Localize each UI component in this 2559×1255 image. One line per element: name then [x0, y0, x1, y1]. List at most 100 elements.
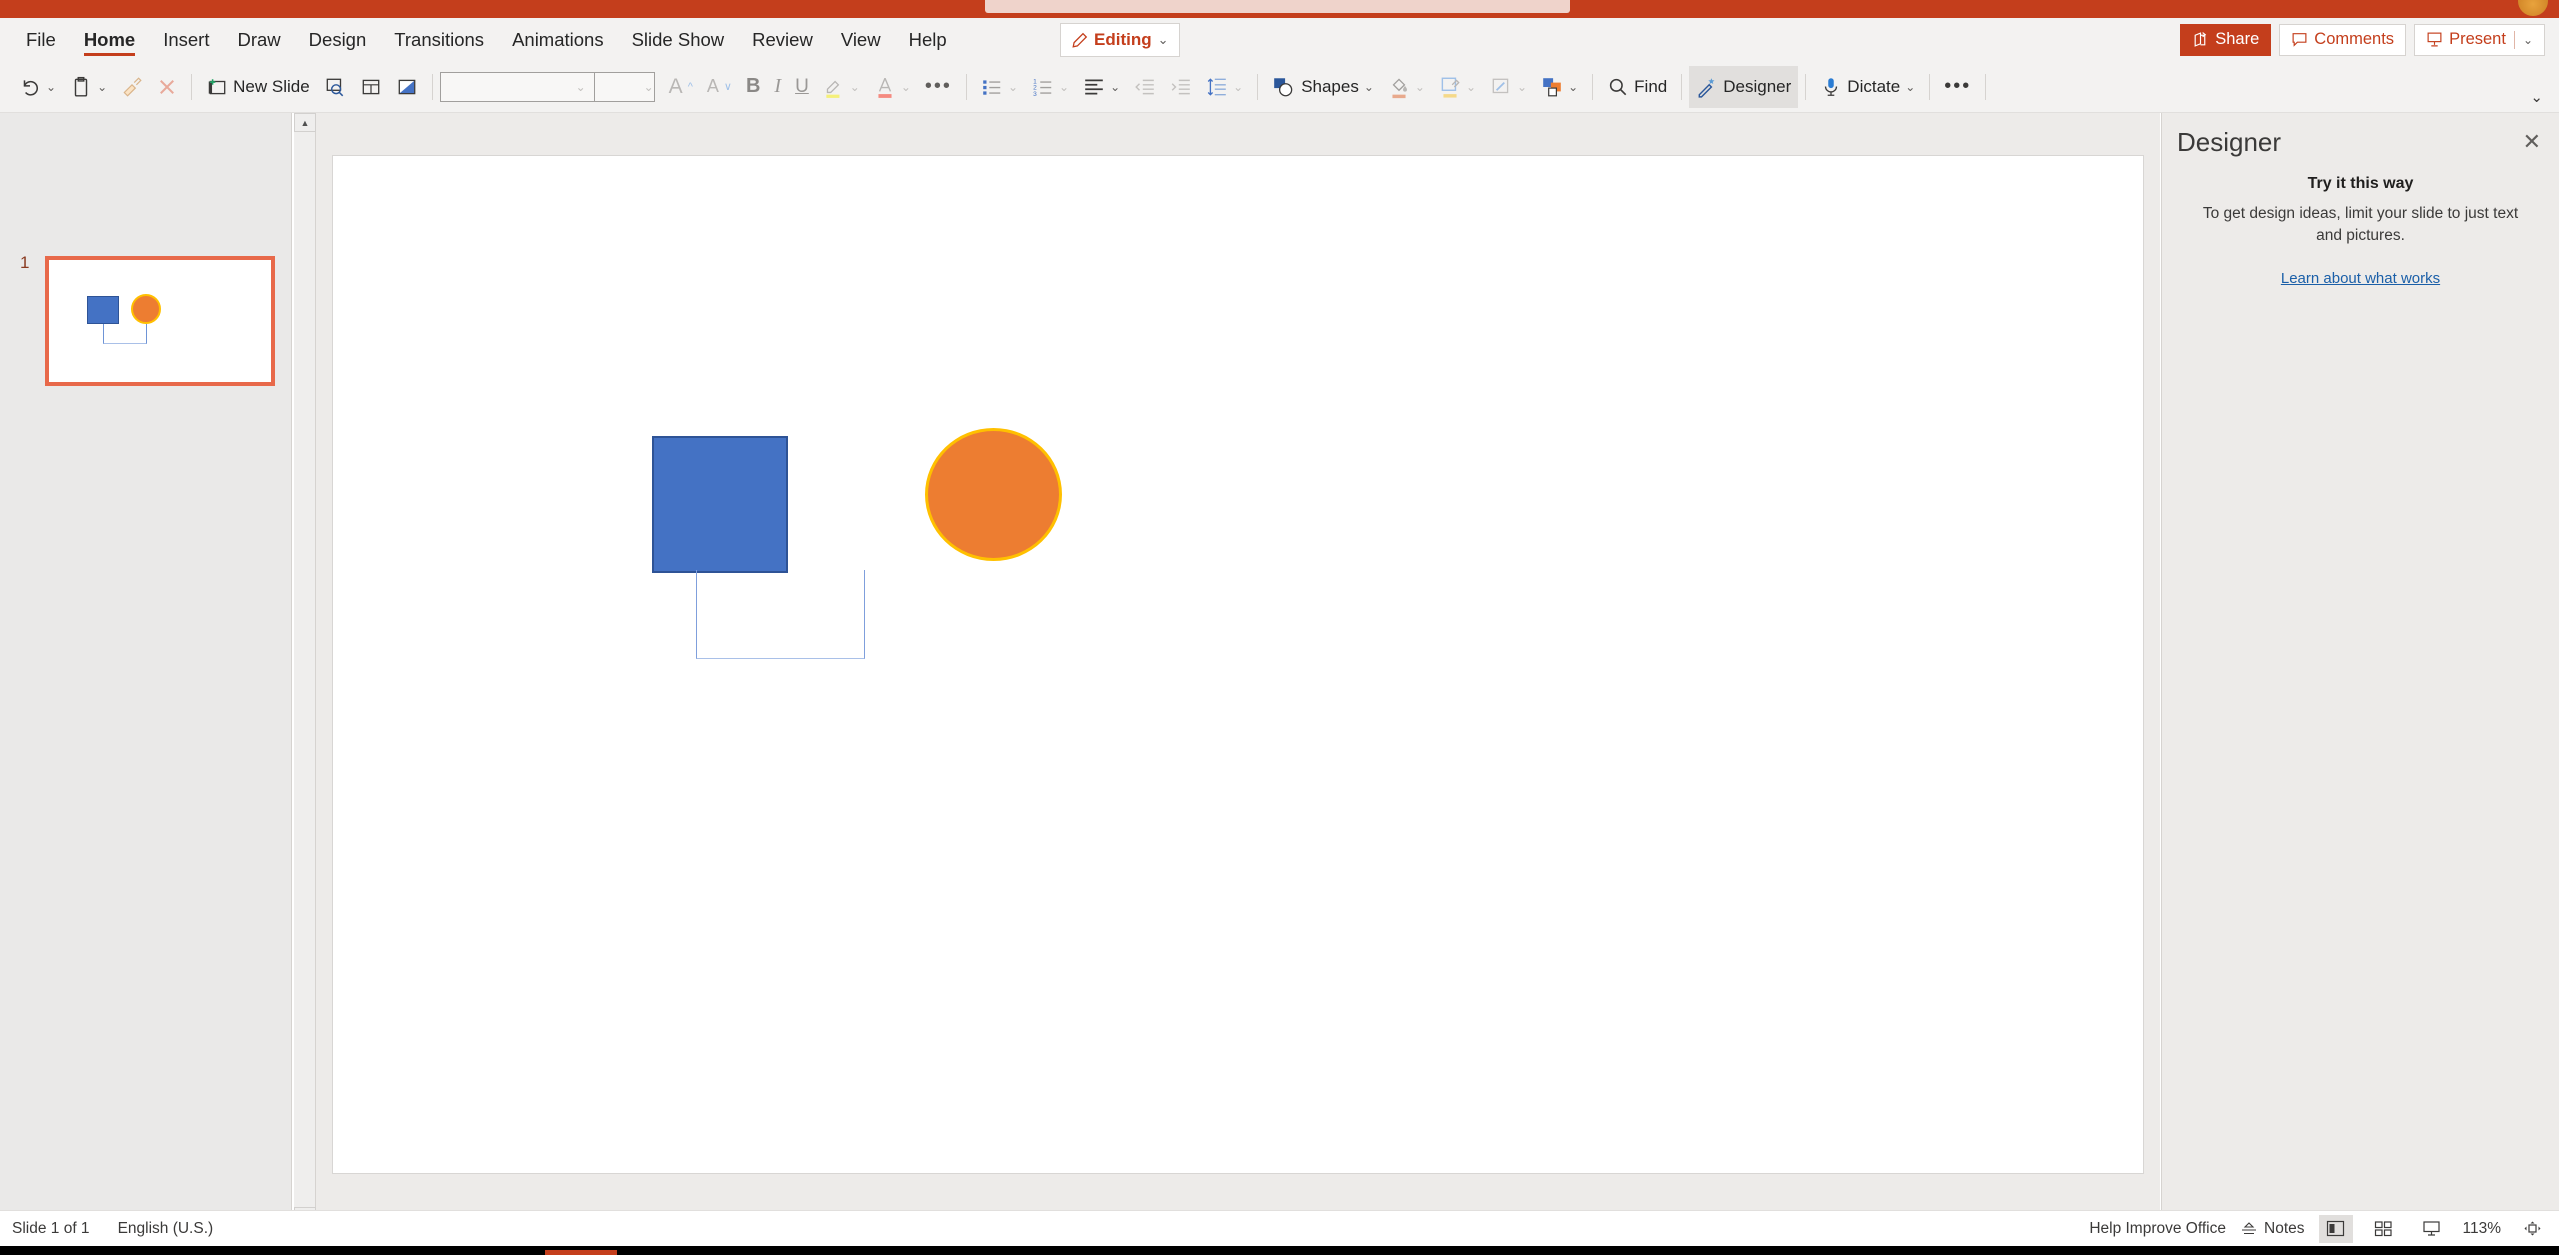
user-avatar[interactable]	[2518, 0, 2548, 16]
chevron-down-icon: ⌄	[1363, 79, 1374, 94]
shape-outline-button[interactable]: ⌄	[1432, 66, 1483, 108]
decrease-indent-button[interactable]	[1127, 66, 1163, 108]
chevron-down-icon: ⌄	[1059, 79, 1070, 94]
share-button[interactable]: Share	[2180, 23, 2272, 56]
notes-button[interactable]: Notes	[2240, 1220, 2305, 1238]
chevron-down-icon: ⌄	[575, 79, 586, 94]
bold-button[interactable]: B	[739, 66, 767, 108]
designer-button[interactable]: Designer	[1689, 65, 1799, 108]
chevron-down-icon: ⌄	[900, 79, 911, 94]
tab-home[interactable]: Home	[70, 18, 149, 61]
chevron-down-icon: ⌄	[1905, 79, 1916, 94]
grow-font-button[interactable]: A ^	[655, 66, 700, 108]
grow-font-label: A	[668, 74, 683, 98]
reading-view-button[interactable]	[2415, 1215, 2449, 1243]
align-button[interactable]: ⌄	[1076, 66, 1127, 108]
paste-icon	[70, 76, 92, 98]
more-commands-button[interactable]: •••	[1937, 66, 1978, 108]
tab-draw-label: Draw	[237, 28, 281, 50]
os-taskbar	[0, 1246, 2559, 1255]
bullet-list-icon	[981, 77, 1003, 97]
dictate-button[interactable]: Dictate ⌄	[1813, 66, 1922, 108]
rectangle-shape[interactable]	[652, 436, 788, 573]
editing-label: Editing	[1094, 30, 1152, 49]
thumbnail-scrollbar[interactable]: ▲ ▼	[294, 113, 316, 1226]
shape-effects-icon	[1490, 76, 1512, 98]
shape-fill-button[interactable]: ⌄	[1381, 66, 1432, 108]
svg-text:3: 3	[1033, 90, 1037, 96]
increase-indent-button[interactable]	[1163, 66, 1199, 108]
slide-thumbnail-1[interactable]	[45, 256, 275, 386]
ribbon-collapse-button[interactable]: ⌄	[2530, 88, 2543, 106]
slide-layout-button[interactable]	[353, 66, 389, 108]
find-button[interactable]: Find	[1600, 66, 1674, 108]
caret-up-icon: ▲	[300, 117, 310, 128]
document-title-field[interactable]	[985, 0, 1570, 13]
shrink-font-button[interactable]: A ∨	[700, 66, 739, 108]
paste-button[interactable]: ⌄	[63, 66, 114, 108]
notes-icon	[2240, 1221, 2258, 1237]
thumbnail-rectangle-shape	[87, 296, 119, 324]
tab-file[interactable]: File	[12, 18, 70, 61]
bullets-button[interactable]: ⌄	[974, 66, 1025, 108]
tab-design[interactable]: Design	[295, 18, 381, 61]
divider	[965, 73, 967, 100]
scroll-up-button[interactable]: ▲	[294, 113, 316, 132]
tab-help[interactable]: Help	[895, 18, 961, 61]
ribbon-tab-bar: File Home Insert Draw Design Transitions…	[0, 18, 2559, 61]
numbering-button[interactable]: 123 ⌄	[1025, 66, 1076, 108]
tab-draw[interactable]: Draw	[224, 18, 295, 61]
normal-view-button[interactable]	[2318, 1214, 2353, 1243]
underline-button[interactable]: U	[788, 66, 816, 108]
shapes-button[interactable]: Shapes ⌄	[1265, 66, 1381, 108]
clear-formatting-button[interactable]	[150, 66, 184, 108]
slide-preview-button[interactable]	[317, 66, 353, 108]
divider	[1805, 73, 1807, 100]
tab-animations[interactable]: Animations	[498, 18, 618, 61]
arrange-button[interactable]: ⌄	[1534, 66, 1585, 108]
tab-insert[interactable]: Insert	[149, 18, 223, 61]
tab-transitions-label: Transitions	[394, 28, 485, 50]
help-improve-office-label[interactable]: Help Improve Office	[2089, 1220, 2226, 1238]
editing-mode-button[interactable]: Editing ⌄	[1060, 23, 1180, 57]
zoom-level-label[interactable]: 113%	[2463, 1220, 2502, 1238]
oval-shape[interactable]	[925, 428, 1062, 561]
slide-count-label[interactable]: Slide 1 of 1	[12, 1220, 90, 1238]
divider	[1985, 73, 1987, 100]
presentation-icon	[2422, 1220, 2441, 1237]
font-size-input[interactable]: ⌄	[594, 71, 655, 102]
slide-preview-icon	[324, 76, 346, 98]
slide-thumbnail-pane: 1	[0, 113, 292, 1226]
font-name-input[interactable]: ⌄	[439, 71, 595, 102]
slide-sorter-button[interactable]	[2367, 1215, 2401, 1243]
format-painter-icon	[121, 76, 143, 98]
close-icon[interactable]: ✕	[2523, 131, 2541, 153]
more-font-options-button[interactable]: •••	[918, 66, 959, 108]
text-highlight-button[interactable]: ⌄	[816, 66, 867, 108]
font-color-button[interactable]: ⌄	[867, 66, 918, 108]
line-spacing-button[interactable]: ⌄	[1199, 66, 1250, 108]
tab-review[interactable]: Review	[738, 18, 827, 61]
present-icon	[2426, 31, 2443, 48]
tab-view[interactable]: View	[827, 18, 895, 61]
pencil-icon	[1071, 32, 1088, 49]
slide-section-button[interactable]	[389, 66, 425, 108]
slide-canvas[interactable]	[332, 155, 2144, 1174]
undo-button[interactable]: ⌄	[12, 66, 63, 108]
ribbon-toolbar: ⌄ ⌄ New Slide ⌄ ⌄ A ^ A ∨ B I U ⌄ ⌄ ••• …	[0, 61, 2559, 113]
language-label[interactable]: English (U.S.)	[118, 1220, 214, 1238]
present-button[interactable]: Present ⌄	[2414, 23, 2545, 56]
comments-button[interactable]: Comments	[2279, 23, 2407, 56]
learn-about-what-works-link[interactable]: Learn about what works	[2162, 270, 2559, 287]
tab-transitions[interactable]: Transitions	[380, 18, 498, 61]
fill-bucket-icon	[1388, 75, 1410, 99]
shape-effects-button[interactable]: ⌄	[1483, 66, 1534, 108]
find-label: Find	[1634, 76, 1668, 96]
connector-shape[interactable]	[696, 570, 865, 659]
fit-to-window-button[interactable]	[2515, 1215, 2549, 1243]
new-slide-button[interactable]: New Slide	[199, 66, 317, 108]
tab-slide-show[interactable]: Slide Show	[618, 18, 739, 61]
italic-button[interactable]: I	[767, 66, 788, 108]
format-painter-button[interactable]	[114, 66, 150, 108]
tab-insert-label: Insert	[163, 28, 210, 50]
